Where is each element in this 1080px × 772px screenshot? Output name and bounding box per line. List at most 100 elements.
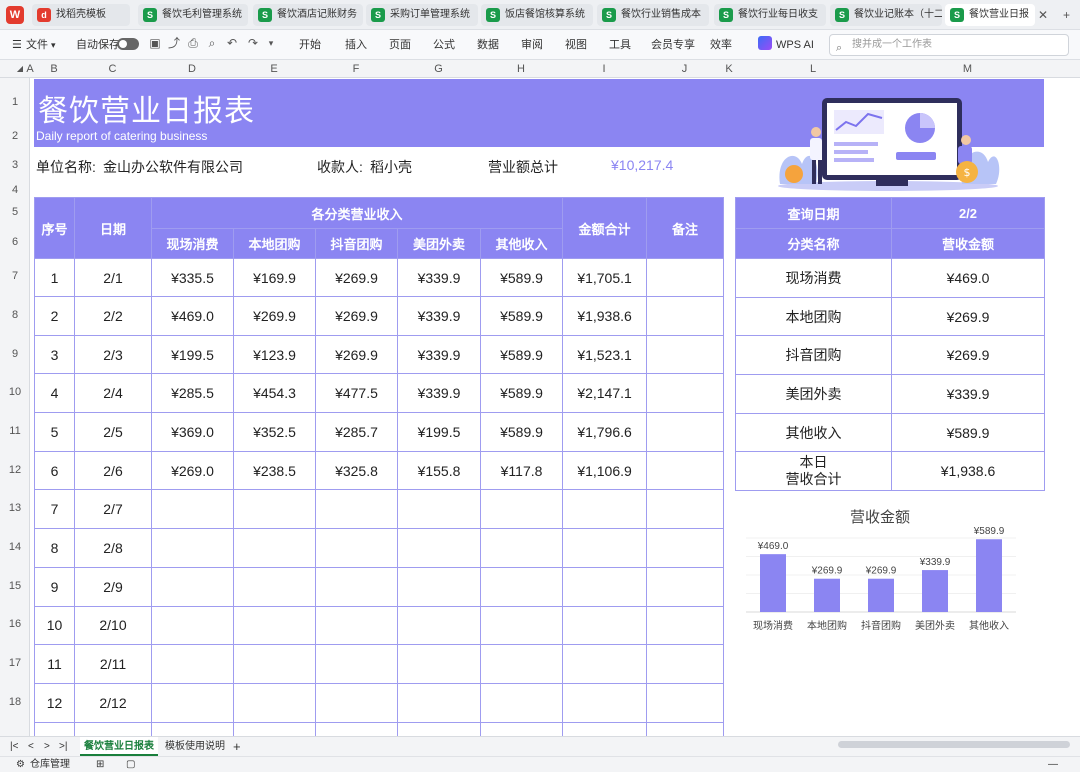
row-header[interactable]: 14 [0, 541, 30, 553]
table-cell[interactable]: 1 [34, 258, 75, 297]
table-cell[interactable]: 11 [34, 644, 75, 684]
column-header[interactable]: I [562, 60, 646, 78]
add-tab-icon[interactable]: + [1063, 4, 1070, 26]
table-cell[interactable]: 2/8 [74, 528, 152, 568]
table-cell[interactable]: 2/7 [74, 489, 152, 530]
table-cell[interactable]: 2/5 [74, 412, 152, 452]
table-cell[interactable] [315, 528, 398, 568]
table-cell[interactable] [315, 489, 398, 530]
table-cell[interactable] [646, 373, 725, 414]
tab-efficiency[interactable]: 效率 [710, 30, 732, 60]
save-icon[interactable]: ▣ [148, 36, 162, 50]
table-cell[interactable] [397, 644, 481, 684]
table-cell[interactable]: ¥1,705.1 [562, 258, 648, 297]
table-cell[interactable] [151, 721, 234, 737]
tab-member[interactable]: 会员专享 [651, 30, 695, 60]
row-header[interactable]: 6 [0, 236, 30, 248]
row-header[interactable]: 4 [0, 184, 30, 196]
minus-icon[interactable]: — [1048, 757, 1058, 772]
document-tab[interactable]: S 餐饮营业日报 [945, 4, 1035, 26]
row-header[interactable]: 7 [0, 270, 30, 282]
table-cell[interactable] [315, 566, 398, 607]
column-header[interactable]: M [891, 60, 1044, 78]
table-cell[interactable] [646, 644, 725, 684]
table-cell[interactable]: ¥339.9 [397, 373, 481, 414]
wps-logo-icon[interactable]: W [6, 6, 24, 24]
table-cell[interactable]: 2/11 [74, 644, 152, 684]
table-cell[interactable] [397, 682, 481, 723]
add-sheet-icon[interactable]: + [229, 737, 245, 756]
table-cell[interactable] [646, 566, 725, 607]
table-cell[interactable]: ¥238.5 [233, 450, 316, 491]
column-header[interactable]: D [151, 60, 233, 78]
table-cell[interactable]: ¥339.9 [397, 296, 481, 336]
table-cell[interactable] [646, 334, 725, 375]
table-cell[interactable] [479, 721, 564, 737]
table-cell[interactable]: ¥269.9 [315, 258, 398, 297]
row-header[interactable]: 16 [0, 618, 30, 630]
table-cell[interactable]: 2/2 [74, 296, 152, 336]
table-cell[interactable]: 7 [34, 489, 75, 530]
revenue-amount-cell[interactable]: ¥589.9 [891, 412, 1045, 453]
chart-bar[interactable] [976, 539, 1002, 612]
table-cell[interactable]: ¥269.9 [315, 334, 398, 375]
table-cell[interactable]: 5 [34, 412, 75, 452]
undo-icon[interactable]: ↶ [225, 36, 239, 50]
unit-value[interactable]: 金山办公软件有限公司 [103, 157, 243, 177]
table-cell[interactable] [646, 682, 725, 723]
table-cell[interactable] [233, 644, 316, 684]
tab-formula[interactable]: 公式 [433, 30, 455, 60]
table-cell[interactable] [397, 528, 481, 568]
revenue-amount-cell[interactable]: ¥269.9 [891, 335, 1045, 376]
table-cell[interactable] [151, 682, 234, 723]
category-name-cell[interactable]: 本地团购 [735, 296, 892, 337]
table-cell[interactable]: 2/1 [74, 258, 152, 297]
category-name-cell[interactable]: 现场消费 [735, 258, 892, 298]
table-cell[interactable]: 4 [34, 373, 75, 414]
tab-review[interactable]: 审阅 [521, 30, 543, 60]
table-cell[interactable] [479, 489, 564, 530]
column-header[interactable]: E [233, 60, 315, 78]
table-cell[interactable]: 3 [34, 334, 75, 375]
payee-value[interactable]: 稻小壳 [370, 157, 412, 177]
row-header[interactable]: 9 [0, 348, 30, 360]
print-icon[interactable]: ⎙ [186, 36, 200, 50]
table-cell[interactable]: ¥369.0 [151, 412, 234, 452]
table-cell[interactable]: 2 [34, 296, 75, 336]
warehouse-button[interactable]: 仓库管理 [30, 757, 70, 772]
row-header[interactable]: 5 [0, 206, 30, 218]
table-cell[interactable] [646, 296, 725, 336]
column-header[interactable]: K [723, 60, 735, 78]
chart-bar[interactable] [760, 554, 786, 612]
column-header[interactable]: F [315, 60, 397, 78]
prev-sheet-icon[interactable]: < [24, 737, 38, 756]
table-cell[interactable]: ¥155.8 [397, 450, 481, 491]
table-cell[interactable]: ¥339.9 [397, 258, 481, 297]
table-cell[interactable]: 2/4 [74, 373, 152, 414]
chart-bar[interactable] [814, 578, 840, 612]
table-cell[interactable]: ¥352.5 [233, 412, 316, 452]
table-cell[interactable]: ¥1,796.6 [562, 412, 648, 452]
table-cell[interactable] [233, 566, 316, 607]
table-cell[interactable] [397, 489, 481, 530]
row-header[interactable]: 12 [0, 464, 30, 476]
table-cell[interactable] [646, 721, 725, 737]
table-cell[interactable]: 2/6 [74, 450, 152, 491]
table-cell[interactable]: 9 [34, 566, 75, 607]
table-cell[interactable] [562, 605, 648, 646]
table-cell[interactable] [562, 682, 648, 723]
tab-view[interactable]: 视图 [565, 30, 587, 60]
table-cell[interactable]: 12 [34, 682, 75, 723]
category-name-cell[interactable]: 其他收入 [735, 412, 892, 453]
table-cell[interactable]: ¥1,523.1 [562, 334, 648, 375]
table-cell[interactable]: ¥199.5 [151, 334, 234, 375]
chart-bar[interactable] [868, 578, 894, 612]
table-cell[interactable]: ¥269.9 [233, 296, 316, 336]
table-cell[interactable]: ¥199.5 [397, 412, 481, 452]
total-value[interactable]: ¥10,217.4 [611, 157, 673, 173]
row-header[interactable]: 8 [0, 309, 30, 321]
table-cell[interactable]: ¥2,147.1 [562, 373, 648, 414]
table-cell[interactable] [479, 605, 564, 646]
query-date-value[interactable]: 2/2 [891, 197, 1045, 229]
table-cell[interactable]: ¥469.0 [151, 296, 234, 336]
